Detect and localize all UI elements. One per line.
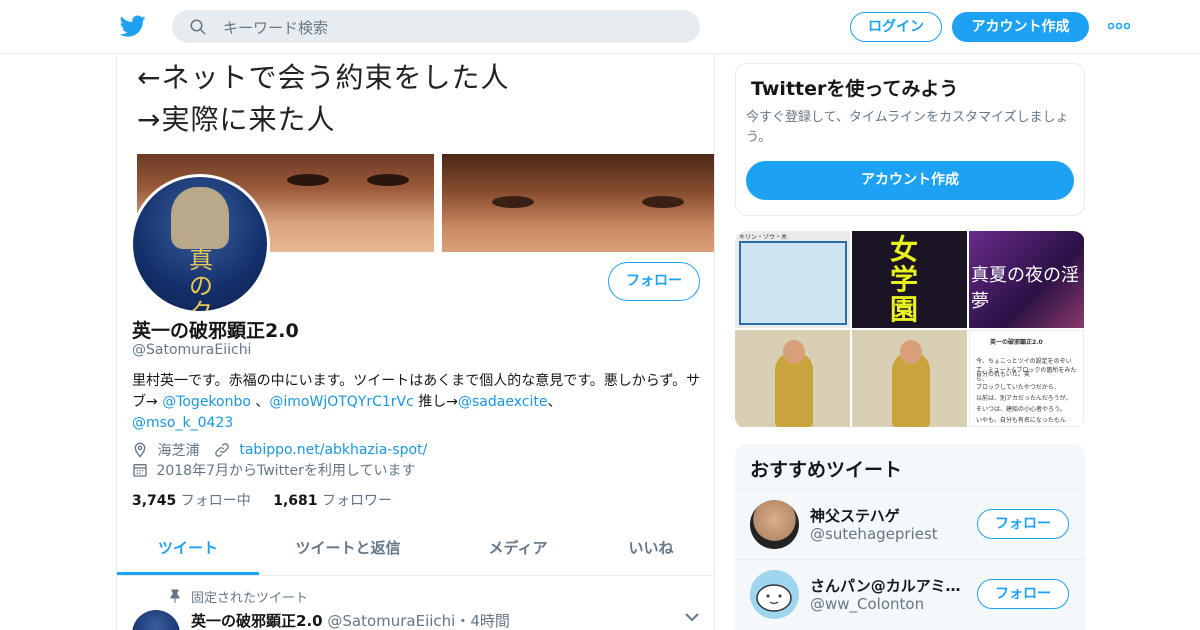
followers-stat[interactable]: 1,681 フォロワー [273,493,392,509]
bio-text: 、 [547,394,562,410]
media-thumbnail[interactable] [735,330,850,427]
profile-name[interactable]: 英一の破邪顕正2.0 [132,316,299,343]
recommended-user-name[interactable]: さんパン@カルアミルク [810,575,970,596]
search-input[interactable]: キーワード検索 [223,17,328,38]
recommended-user-name[interactable]: 神父ステハゲ [810,505,970,526]
signup-prompt-card: Twitterを使ってみよう 今すぐ登録して、タイムラインをカスタマイズしましょ… [735,63,1085,216]
recommended-follow-button[interactable]: フォロー [977,509,1069,539]
tweet-author-avatar[interactable] [132,610,180,630]
banner-photo-right [442,154,714,252]
recommended-user-row[interactable]: さんパン@カルアミルク @ww_Colonton フォロー [735,559,1085,628]
media-thumbnail[interactable]: 英一の破邪顕正2.0 今、ちょこっとツイの設定をのぞいて、ミュート&ブロックの箇… [969,330,1084,427]
tweet-author-name[interactable]: 英一の破邪顕正2.0 [191,612,323,630]
profile-handle[interactable]: @SatomuraEiichi [132,342,251,358]
pin-icon [170,589,180,603]
tweet-header: 英一の破邪顕正2.0 @SatomuraEiichi・4時間 [191,610,510,630]
media-tweet-author: 英一の破邪顕正2.0 [990,339,1043,346]
media-thumbnail[interactable]: 女学園 [852,231,967,328]
media-sign-text: 女学園 [890,233,919,326]
profile-bio: 里村英一です。赤福の中にいます。ツイートはあくまで個人的な意見です。悪しからず。… [132,371,702,434]
profile-location: 海芝浦 [157,443,200,459]
media-tweet-line: そいつは、建船の小心者やろう。 [976,406,1066,413]
twitter-logo-icon[interactable] [120,13,146,39]
profile-url-link[interactable]: tabippo.net/abkhazia-spot/ [239,442,427,458]
banner-text-line-1: ←ネットで会う約束をした人 [137,61,510,94]
follow-stats: 3,745 フォロー中 1,681 フォロワー [132,490,392,510]
profile-meta: 海芝浦 tabippo.net/abkhazia-spot/ [132,440,427,460]
following-stat[interactable]: 3,745 フォロー中 [132,493,251,509]
profile-joined: 2018年7月からTwitterを利用しています [132,460,416,480]
media-tweet-line: ブロックしていたやつだから、 [976,384,1060,391]
banner-text-line-2: →実際に来た人 [137,103,336,136]
bio-mention-link[interactable]: @sadaexcite [458,394,547,410]
signup-card-description: 今すぐ登録して、タイムラインをカスタマイズしましょう。 [746,110,1069,145]
recommended-user-handle[interactable]: @ww_Colonton [810,595,924,613]
pinned-tweet-label: 固定されたツイート [191,591,309,606]
bio-mention-link[interactable]: @Togekonbo [162,394,251,410]
recommended-user-row[interactable]: 神父ステハゲ @sutehagepriest フォロー [735,489,1085,558]
search-icon [190,19,206,35]
tweet-author-handle[interactable]: @SatomuraEiichi [327,612,455,630]
media-tweet-line: いやも、自分も有名になったもん [976,417,1066,424]
tweet-timestamp[interactable]: ・4時間 [455,612,510,630]
recommended-user-avatar[interactable] [750,570,799,619]
link-icon [215,443,229,457]
recommended-user-handle[interactable]: @sutehagepriest [810,525,938,543]
bio-text: 推し→ [413,394,459,410]
media-grid: キリン・ゾウ・木 女学園 真夏の夜の淫夢 英一の破邪顕正2.0 今、ちょこっとツ… [735,231,1085,429]
profile-tabs: ツイート ツイートと返信 メディア いいね [117,524,714,576]
media-thumbnail[interactable]: 真夏の夜の淫夢 [969,231,1084,328]
tab-tweets[interactable]: ツイート [117,524,259,575]
profile-column: ←ネットで会う約束をした人 →実際に来た人 真のクソ フォロー 英一の破邪顕正2… [116,54,715,630]
tab-tweets-and-replies[interactable]: ツイートと返信 [277,524,419,575]
recommended-user-avatar[interactable] [750,500,799,549]
media-caption: キリン・ゾウ・木 [739,234,788,241]
media-thumbnail[interactable]: キリン・ゾウ・木 [735,231,850,328]
more-options-icon[interactable] [1108,21,1130,31]
media-thumbnail[interactable] [852,330,967,427]
avatar[interactable]: 真のクソ [133,177,267,311]
tab-media[interactable]: メディア [447,524,589,575]
recommended-title: おすすめツイート [750,459,903,481]
chevron-down-icon[interactable] [685,612,699,622]
follow-button[interactable]: フォロー [608,262,700,301]
login-button[interactable]: ログイン [850,12,942,42]
avatar-text: 真のクソ [189,246,213,311]
bio-mention-link[interactable]: @mso_k_0423 [132,415,233,431]
recommended-follow-button[interactable]: フォロー [977,579,1069,609]
signup-button[interactable]: アカウント作成 [952,12,1089,42]
recommended-tweets-card: おすすめツイート 神父ステハゲ @sutehagepriest フォロー さんパ… [735,444,1085,630]
search-bar[interactable]: キーワード検索 [172,10,700,43]
bio-text: 、 [250,394,270,410]
media-overlay-text: 真夏の夜の淫夢 [971,265,1079,312]
media-tweet-line: 以前は、別アカだったんだろうが。 [976,395,1072,402]
media-tweet-line: 自分の仇もいた。笑 [976,371,1030,378]
calendar-icon [133,464,147,477]
tab-likes[interactable]: いいね [595,524,707,575]
location-pin-icon [134,442,146,458]
signup-card-button[interactable]: アカウント作成 [746,161,1074,200]
signup-card-title: Twitterを使ってみよう [751,78,959,100]
joined-date: 2018年7月からTwitterを利用しています [156,463,416,479]
top-navigation-bar: キーワード検索 ログイン アカウント作成 [0,0,1200,54]
bio-mention-link[interactable]: @imoWjOTQYrC1rVc [269,394,413,410]
